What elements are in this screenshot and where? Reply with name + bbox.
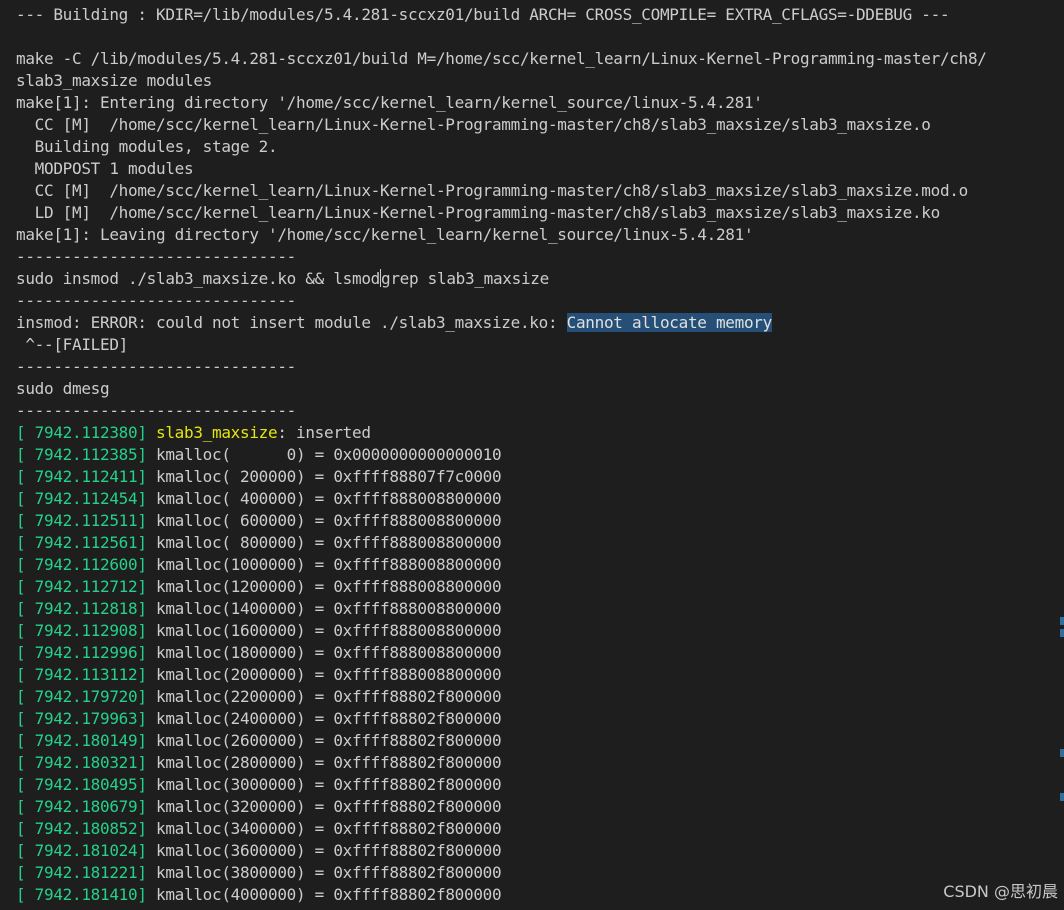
dmesg-line: [ 7942.112411] kmalloc( 200000) = 0xffff… — [16, 466, 502, 488]
cc-object-line: CC [M] /home/scc/kernel_learn/Linux-Kern… — [16, 115, 931, 134]
ld-line: LD [M] /home/scc/kernel_learn/Linux-Kern… — [16, 203, 941, 222]
insmod-error-line: insmod: ERROR: could not insert module .… — [16, 312, 772, 334]
separator-line: ------------------------------ — [16, 401, 296, 420]
dmesg-line: [ 7942.180321] kmalloc(2800000) = 0xffff… — [16, 752, 502, 774]
insmod-command-part-1: sudo insmod ./slab3_maxsize.ko && lsmod — [16, 269, 380, 288]
insmod-command-line: sudo insmod ./slab3_maxsize.ko && lsmodg… — [16, 268, 549, 290]
kmalloc-result: kmalloc(1800000) = 0xffff888008800000 — [156, 643, 502, 662]
make-command-line-1: make -C /lib/modules/5.4.281-sccxz01/bui… — [16, 49, 987, 68]
dmesg-timestamp: [ 7942.112600] — [16, 555, 147, 574]
dmesg-timestamp: [ 7942.112908] — [16, 621, 147, 640]
dmesg-line: [ 7942.112385] kmalloc( 0) = 0x000000000… — [16, 444, 502, 466]
kmalloc-result: kmalloc(1400000) = 0xffff888008800000 — [156, 599, 502, 618]
dmesg-timestamp: [ 7942.112411] — [16, 467, 147, 486]
dmesg-timestamp: [ 7942.180495] — [16, 775, 147, 794]
inserted-text: : inserted — [277, 423, 371, 442]
dmesg-timestamp: [ 7942.112818] — [16, 599, 147, 618]
dmesg-line: [ 7942.181024] kmalloc(3600000) = 0xffff… — [16, 840, 502, 862]
selected-error-text[interactable]: Cannot allocate memory — [566, 313, 772, 332]
failed-line: ^--[FAILED] — [16, 335, 128, 354]
kmalloc-result: kmalloc(1000000) = 0xffff888008800000 — [156, 555, 502, 574]
dmesg-line: [ 7942.179720] kmalloc(2200000) = 0xffff… — [16, 686, 502, 708]
kmalloc-result: kmalloc( 200000) = 0xffff88807f7c0000 — [156, 467, 502, 486]
dmesg-timestamp: [ 7942.112511] — [16, 511, 147, 530]
dmesg-timestamp: [ 7942.180679] — [16, 797, 147, 816]
insmod-command-part-2: grep slab3_maxsize — [380, 269, 549, 288]
building-stage-line: Building modules, stage 2. — [16, 137, 278, 156]
scrollbar-marker — [1060, 749, 1064, 757]
dmesg-line: [ 7942.113112] kmalloc(2000000) = 0xffff… — [16, 664, 502, 686]
kmalloc-result: kmalloc(2600000) = 0xffff88802f800000 — [156, 731, 502, 750]
dmesg-timestamp: [ 7942.181410] — [16, 885, 147, 904]
dmesg-timestamp: [ 7942.179963] — [16, 709, 147, 728]
csdn-watermark: CSDN @思初晨 — [943, 882, 1058, 901]
dmesg-line: [ 7942.180495] kmalloc(3000000) = 0xffff… — [16, 774, 502, 796]
modpost-line: MODPOST 1 modules — [16, 159, 194, 178]
dmesg-line: [ 7942.181410] kmalloc(4000000) = 0xffff… — [16, 884, 502, 906]
dmesg-timestamp: [ 7942.181221] — [16, 863, 147, 882]
dmesg-line: [ 7942.112818] kmalloc(1400000) = 0xffff… — [16, 598, 502, 620]
module-name: slab3_maxsize — [156, 423, 278, 442]
dmesg-line: [ 7942.181221] kmalloc(3800000) = 0xffff… — [16, 862, 502, 884]
kmalloc-result: kmalloc(3200000) = 0xffff88802f800000 — [156, 797, 502, 816]
dmesg-line: [ 7942.112600] kmalloc(1000000) = 0xffff… — [16, 554, 502, 576]
dmesg-timestamp: [ 7942.180321] — [16, 753, 147, 772]
kmalloc-result: kmalloc(3000000) = 0xffff88802f800000 — [156, 775, 502, 794]
dmesg-line: [ 7942.112561] kmalloc( 800000) = 0xffff… — [16, 532, 502, 554]
dmesg-command-line: sudo dmesg — [16, 379, 110, 398]
dmesg-line: [ 7942.112996] kmalloc(1800000) = 0xffff… — [16, 642, 502, 664]
build-header-line: --- Building : KDIR=/lib/modules/5.4.281… — [16, 5, 950, 24]
kmalloc-result: kmalloc(2200000) = 0xffff88802f800000 — [156, 687, 502, 706]
kmalloc-result: kmalloc(2800000) = 0xffff88802f800000 — [156, 753, 502, 772]
kmalloc-result: kmalloc( 400000) = 0xffff888008800000 — [156, 489, 502, 508]
scrollbar-marker — [1060, 629, 1064, 637]
kmalloc-result: kmalloc(1600000) = 0xffff888008800000 — [156, 621, 502, 640]
dmesg-timestamp: [ 7942.112712] — [16, 577, 147, 596]
dmesg-timestamp: [ 7942.113112] — [16, 665, 147, 684]
dmesg-line: [ 7942.180679] kmalloc(3200000) = 0xffff… — [16, 796, 502, 818]
cc-mod-object-line: CC [M] /home/scc/kernel_learn/Linux-Kern… — [16, 181, 969, 200]
dmesg-timestamp: [ 7942.112996] — [16, 643, 147, 662]
dmesg-timestamp: [ 7942.112380] — [16, 423, 147, 442]
kmalloc-result: kmalloc(1200000) = 0xffff888008800000 — [156, 577, 502, 596]
kmalloc-result: kmalloc(3800000) = 0xffff88802f800000 — [156, 863, 502, 882]
dmesg-timestamp: [ 7942.179720] — [16, 687, 147, 706]
dmesg-timestamp: [ 7942.180149] — [16, 731, 147, 750]
kmalloc-result: kmalloc( 800000) = 0xffff888008800000 — [156, 533, 502, 552]
separator-line: ------------------------------ — [16, 291, 296, 310]
separator-line: ------------------------------ — [16, 357, 296, 376]
dmesg-line: [ 7942.112511] kmalloc( 600000) = 0xffff… — [16, 510, 502, 532]
dmesg-timestamp: [ 7942.112561] — [16, 533, 147, 552]
make-command-line-2: slab3_maxsize modules — [16, 71, 212, 90]
dmesg-timestamp: [ 7942.112385] — [16, 445, 147, 464]
dmesg-timestamp: [ 7942.180852] — [16, 819, 147, 838]
dmesg-line: [ 7942.179963] kmalloc(2400000) = 0xffff… — [16, 708, 502, 730]
kmalloc-result: kmalloc( 0) = 0x0000000000000010 — [156, 445, 502, 464]
dmesg-timestamp: [ 7942.181024] — [16, 841, 147, 860]
terminal-output[interactable]: --- Building : KDIR=/lib/modules/5.4.281… — [0, 0, 1064, 910]
kmalloc-result: kmalloc(3400000) = 0xffff88802f800000 — [156, 819, 502, 838]
scrollbar-marker — [1060, 793, 1064, 801]
kmalloc-result: kmalloc(2400000) = 0xffff88802f800000 — [156, 709, 502, 728]
make-leaving-line: make[1]: Leaving directory '/home/scc/ke… — [16, 225, 754, 244]
separator-line: ------------------------------ — [16, 247, 296, 266]
dmesg-line: [ 7942.112908] kmalloc(1600000) = 0xffff… — [16, 620, 502, 642]
scrollbar-marker — [1060, 617, 1064, 625]
dmesg-inserted-line: [ 7942.112380] slab3_maxsize: inserted — [16, 422, 371, 444]
dmesg-line: [ 7942.180149] kmalloc(2600000) = 0xffff… — [16, 730, 502, 752]
kmalloc-result: kmalloc(3600000) = 0xffff88802f800000 — [156, 841, 502, 860]
kmalloc-result: kmalloc( 600000) = 0xffff888008800000 — [156, 511, 502, 530]
kmalloc-result: kmalloc(4000000) = 0xffff88802f800000 — [156, 885, 502, 904]
make-entering-line: make[1]: Entering directory '/home/scc/k… — [16, 93, 763, 112]
dmesg-line: [ 7942.112712] kmalloc(1200000) = 0xffff… — [16, 576, 502, 598]
dmesg-line: [ 7942.180852] kmalloc(3400000) = 0xffff… — [16, 818, 502, 840]
dmesg-line: [ 7942.112454] kmalloc( 400000) = 0xffff… — [16, 488, 502, 510]
error-message: insmod: ERROR: could not insert module .… — [16, 313, 567, 332]
dmesg-timestamp: [ 7942.112454] — [16, 489, 147, 508]
kmalloc-result: kmalloc(2000000) = 0xffff888008800000 — [156, 665, 502, 684]
